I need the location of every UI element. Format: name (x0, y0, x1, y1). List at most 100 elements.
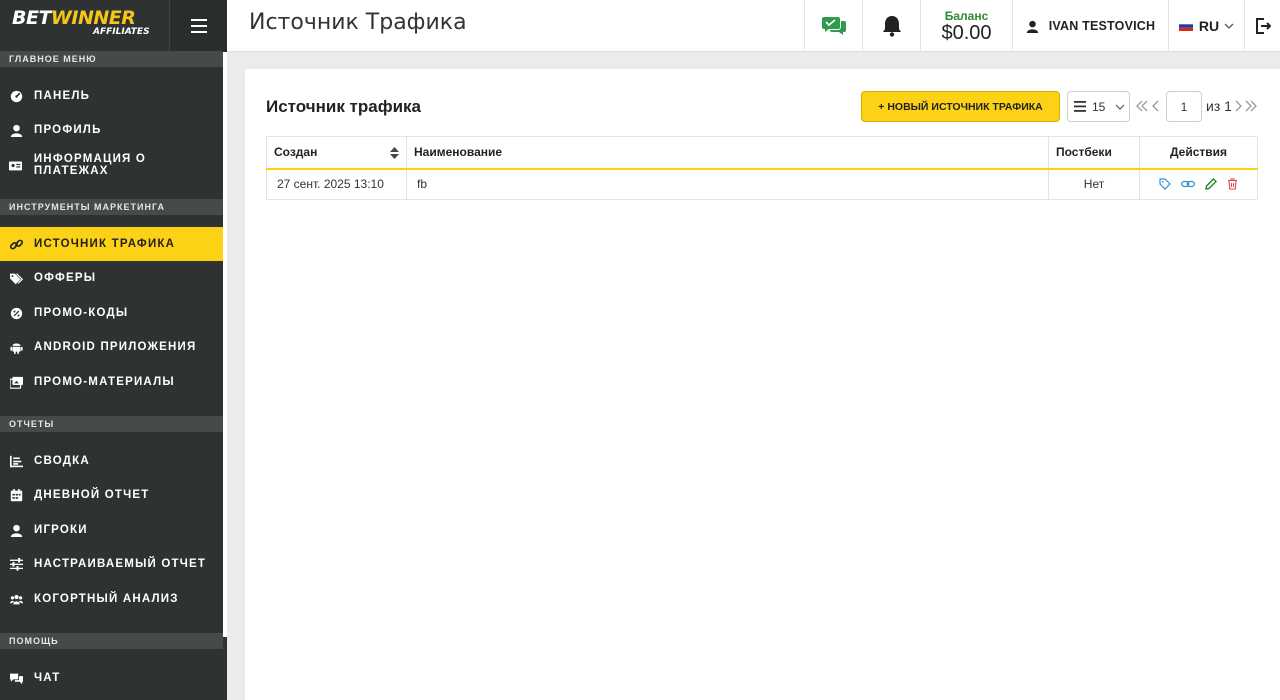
per-page-select[interactable]: 15 (1067, 91, 1130, 122)
dashboard-icon (9, 89, 23, 103)
chevron-down-icon (1224, 23, 1234, 29)
page-title: Источник Трафика (249, 10, 467, 35)
sidebar-item-android-apps[interactable]: Android приложения (0, 330, 223, 364)
sidebar-item-label: Android приложения (34, 341, 197, 353)
cell-name: fb (406, 168, 1049, 200)
link-icon (1181, 181, 1195, 188)
sidebar-item-summary[interactable]: Сводка (0, 444, 223, 478)
sidebar: BETWINNER AFFILIATES Главное меню Панель… (0, 0, 227, 700)
sidebar-item-label: Профиль (34, 124, 102, 136)
table-row: 27 сент. 2025 13:10 fb Нет (266, 168, 1258, 200)
promo-code-icon (9, 306, 23, 320)
balance-widget[interactable]: Баланс $0.00 (920, 0, 1012, 52)
sidebar-scrollbar[interactable] (223, 52, 227, 637)
column-header-created[interactable]: Создан (266, 136, 407, 170)
sidebar-item-promo-materials[interactable]: Промо-материалы (0, 365, 223, 399)
sidebar-item-label: Игроки (34, 524, 88, 536)
chevron-down-icon (1115, 104, 1125, 110)
chat-button[interactable] (804, 0, 862, 52)
card-title: Источник трафика (266, 97, 422, 116)
sidebar-item-label: Чат (34, 672, 61, 684)
column-header-postbacks[interactable]: Постбеки (1048, 136, 1140, 170)
sidebar-item-profile[interactable]: Профиль (0, 113, 223, 147)
page-number-input[interactable] (1166, 91, 1202, 122)
sidebar-item-label: Промо-коды (34, 307, 129, 319)
language-code: RU (1198, 18, 1220, 34)
user-menu[interactable]: IVAN TESTOVICH (1012, 0, 1168, 52)
first-page-button[interactable] (1135, 99, 1149, 113)
sidebar-item-promo-codes[interactable]: Промо-коды (0, 296, 223, 330)
cell-postbacks: Нет (1048, 168, 1140, 200)
sidebar-item-players[interactable]: Игроки (0, 513, 223, 547)
user-icon (1026, 20, 1038, 33)
sidebar-item-label: Настраиваемый отчет (34, 558, 207, 570)
menu-toggle-button[interactable] (169, 0, 227, 52)
sidebar-item-payments[interactable]: Информация о платежах (0, 148, 223, 182)
traffic-source-card: Источник трафика + НОВЫЙ ИСТОЧНИК ТРАФИК… (245, 69, 1280, 700)
sidebar-item-label: Панель (34, 90, 91, 102)
column-header-actions: Действия (1139, 136, 1258, 170)
new-traffic-source-button[interactable]: + НОВЫЙ ИСТОЧНИК ТРАФИКА (861, 91, 1060, 122)
logo-subtitle: AFFILIATES (93, 27, 150, 37)
trash-icon (1228, 178, 1237, 190)
list-icon (1074, 101, 1086, 112)
top-bar: Источник Трафика Баланс $0.00 IVAN TESTO… (227, 0, 1280, 52)
sidebar-item-custom-report[interactable]: Настраиваемый отчет (0, 547, 223, 581)
brand-logo[interactable]: BETWINNER AFFILIATES (0, 0, 169, 52)
per-page-value: 15 (1092, 99, 1106, 114)
chart-icon (9, 454, 23, 468)
link-action-button[interactable] (1181, 178, 1195, 190)
section-title-marketing: Инструменты маркетинга (0, 199, 223, 215)
chevron-right-icon (1235, 100, 1242, 112)
page-total: из 1 (1206, 98, 1232, 114)
column-header-name[interactable]: Наименование (406, 136, 1049, 170)
sidebar-item-traffic-source[interactable]: Источник трафика (0, 227, 223, 261)
payment-card-icon (9, 158, 23, 172)
pencil-icon (1205, 178, 1217, 191)
bell-icon (882, 16, 901, 37)
tags-icon (9, 271, 23, 285)
users-group-icon (9, 592, 23, 606)
user-name: IVAN TESTOVICH (1048, 19, 1156, 33)
sidebar-item-daily-report[interactable]: Дневной отчет (0, 478, 223, 512)
user-icon (9, 123, 23, 137)
edit-action-button[interactable] (1205, 178, 1217, 191)
hamburger-icon (190, 19, 207, 33)
balance-label: Баланс (944, 9, 989, 23)
balance-value: $0.00 (941, 22, 992, 44)
android-icon (9, 340, 23, 354)
prev-page-button[interactable] (1149, 99, 1163, 113)
calendar-icon (9, 488, 23, 502)
notifications-button[interactable] (862, 0, 920, 52)
cell-created: 27 сент. 2025 13:10 (266, 168, 407, 200)
tag-icon (1159, 178, 1171, 191)
logo-text-accent: WINNER (50, 7, 136, 29)
player-icon (9, 523, 23, 537)
sidebar-item-label: Промо-материалы (34, 376, 175, 388)
last-page-button[interactable] (1244, 99, 1258, 113)
sidebar-item-label: Источник трафика (34, 238, 176, 250)
sidebar-item-offers[interactable]: Офферы (0, 261, 223, 295)
delete-action-button[interactable] (1227, 178, 1238, 190)
sliders-icon (9, 557, 23, 571)
section-title-reports: Отчеты (0, 416, 223, 432)
sidebar-item-label: Сводка (34, 455, 90, 467)
section-title-main: Главное меню (0, 51, 223, 67)
chat-bubbles-icon (821, 17, 846, 35)
sidebar-item-label: Офферы (34, 272, 97, 284)
tag-action-button[interactable] (1159, 178, 1171, 191)
images-icon (9, 375, 23, 389)
logout-button[interactable] (1244, 0, 1280, 52)
sidebar-item-label: Дневной отчет (34, 489, 150, 501)
cell-actions (1139, 168, 1258, 200)
double-chevron-left-icon (1136, 100, 1148, 112)
sidebar-item-chat[interactable]: Чат (0, 661, 223, 695)
section-title-help: Помощь (0, 633, 223, 649)
table-header-row: Создан Наименование Постбеки Действия (266, 136, 1258, 170)
chevron-left-icon (1152, 100, 1159, 112)
next-page-button[interactable] (1231, 99, 1245, 113)
sidebar-item-cohort-analysis[interactable]: Когортный анализ (0, 582, 223, 616)
logout-icon (1255, 18, 1271, 34)
language-selector[interactable]: RU (1168, 0, 1244, 52)
sidebar-item-dashboard[interactable]: Панель (0, 79, 223, 113)
